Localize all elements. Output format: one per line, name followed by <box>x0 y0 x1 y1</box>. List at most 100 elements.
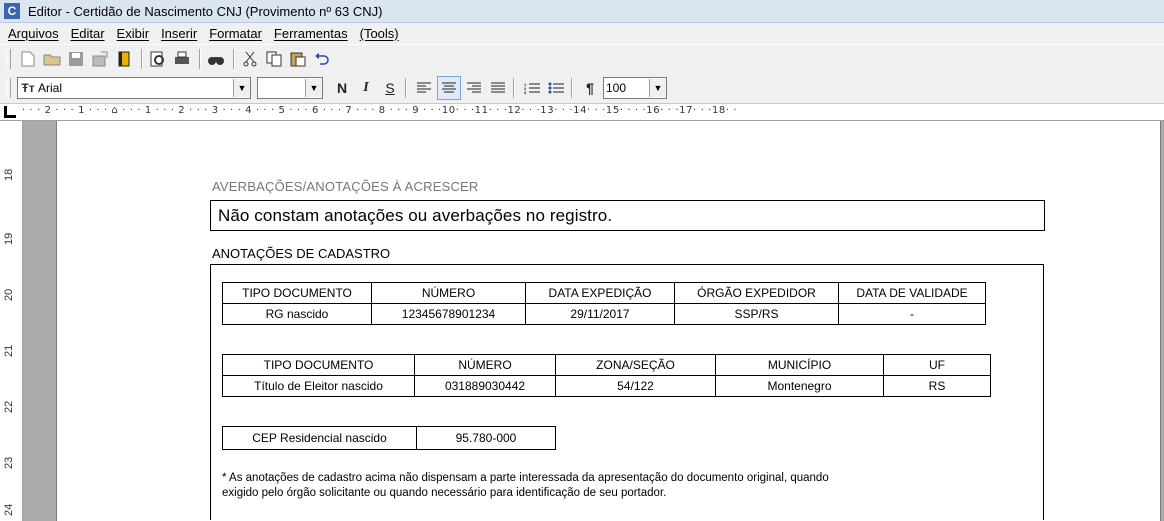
toolbar-grip[interactable] <box>6 49 11 69</box>
titulo-eleitor-table: TIPO DOCUMENTO NÚMERO ZONA/SEÇÃO MUNICÍP… <box>222 354 991 397</box>
vruler-mark: 22 <box>3 400 15 413</box>
underline-button[interactable]: S <box>379 77 401 99</box>
standard-toolbar <box>0 44 1164 74</box>
menu-formatar[interactable]: Formatar <box>209 26 262 41</box>
align-left-icon[interactable] <box>413 77 435 99</box>
menu-editar[interactable]: Editar <box>71 26 105 41</box>
table-header-cell: UF <box>883 354 991 376</box>
align-center-icon[interactable] <box>437 76 461 100</box>
export-icon[interactable] <box>89 48 111 70</box>
print-preview-icon[interactable] <box>147 48 169 70</box>
vruler-mark: 21 <box>3 344 15 357</box>
table-cell: RS <box>883 375 991 397</box>
zoom-select[interactable]: 100 ▼ <box>603 77 667 99</box>
align-right-icon[interactable] <box>463 77 485 99</box>
print-icon[interactable] <box>171 48 193 70</box>
menu-inserir[interactable]: Inserir <box>161 26 197 41</box>
app-icon: C <box>4 3 20 19</box>
note-line-1: * As anotações de cadastro acima não dis… <box>222 472 829 484</box>
table-cell: - <box>838 303 986 325</box>
window-title: Editor - Certidão de Nascimento CNJ (Pro… <box>28 3 383 19</box>
title-bar: C Editor - Certidão de Nascimento CNJ (P… <box>0 0 1164 23</box>
chevron-down-icon[interactable]: ▼ <box>233 79 250 97</box>
menu-exibir[interactable]: Exibir <box>117 26 150 41</box>
book-icon[interactable] <box>113 48 135 70</box>
menu-tools[interactable]: (Tools) <box>360 26 399 41</box>
vertical-ruler: 18 19 20 21 22 23 24 <box>0 121 23 521</box>
rg-table: TIPO DOCUMENTO NÚMERO DATA EXPEDIÇÃO ÓRG… <box>222 282 986 325</box>
table-header-cell: MUNICÍPIO <box>715 354 884 376</box>
chevron-down-icon[interactable]: ▼ <box>305 79 322 97</box>
table-header-cell: NÚMERO <box>414 354 556 376</box>
chevron-down-icon[interactable]: ▼ <box>649 79 666 97</box>
font-value: Arial <box>38 81 63 95</box>
ruler-scale: · · · 2 · · · 1 · · · ⌂ · · · 1 · · · 2 … <box>22 105 738 116</box>
table-row: Título de Eleitor nascido 031889030442 5… <box>222 375 991 397</box>
toolbar-separator <box>513 78 515 98</box>
vruler-mark: 23 <box>3 456 15 469</box>
toolbar-separator <box>141 49 143 69</box>
toolbar-separator <box>571 78 573 98</box>
undo-icon[interactable] <box>311 48 333 70</box>
find-icon[interactable] <box>205 48 227 70</box>
vruler-mark: 20 <box>3 288 15 301</box>
bold-button[interactable]: N <box>331 77 353 99</box>
vruler-mark: 19 <box>3 232 15 245</box>
averbacoes-text: Não constam anotações ou averbações no r… <box>218 206 613 225</box>
cut-icon[interactable] <box>239 48 261 70</box>
open-folder-icon[interactable] <box>41 48 63 70</box>
averbacoes-title: AVERBAÇÕES/ANOTAÇÕES À ACRESCER <box>212 179 479 194</box>
document-area[interactable]: AVERBAÇÕES/ANOTAÇÕES À ACRESCER Não cons… <box>23 121 1164 521</box>
vruler-mark: 24 <box>3 503 15 516</box>
table-header-cell: DATA DE VALIDADE <box>838 282 986 304</box>
bullet-list-icon[interactable] <box>545 77 567 99</box>
cep-value: 95.780-000 <box>416 426 556 450</box>
averbacoes-box[interactable]: Não constam anotações ou averbações no r… <box>210 200 1045 231</box>
font-select[interactable]: Ŧт Arial ▼ <box>17 77 251 99</box>
cadastro-note: * As anotações de cadastro acima não dis… <box>222 471 1042 501</box>
table-header-cell: TIPO DOCUMENTO <box>222 354 415 376</box>
table-cell: 12345678901234 <box>371 303 526 325</box>
document-page[interactable]: AVERBAÇÕES/ANOTAÇÕES À ACRESCER Não cons… <box>56 121 1161 521</box>
menu-ferramentas[interactable]: Ferramentas <box>274 26 348 41</box>
table-header-cell: DATA EXPEDIÇÃO <box>525 282 675 304</box>
cadastro-title: ANOTAÇÕES DE CADASTRO <box>212 246 391 261</box>
new-document-icon[interactable] <box>17 48 39 70</box>
table-row: CEP Residencial nascido 95.780-000 <box>222 426 556 450</box>
table-cell: 54/122 <box>555 375 716 397</box>
font-size-select[interactable]: ▼ <box>257 77 323 99</box>
vruler-mark: 18 <box>3 168 15 181</box>
italic-button[interactable]: I <box>355 77 377 99</box>
table-header-cell: ÓRGÃO EXPEDIDOR <box>674 282 839 304</box>
cep-table: CEP Residencial nascido 95.780-000 <box>222 426 556 450</box>
note-line-2: exigido pelo órgão solicitante ou quando… <box>222 487 667 499</box>
toolbar-separator <box>405 78 407 98</box>
numbered-list-icon[interactable]: 123 <box>521 77 543 99</box>
table-cell: SSP/RS <box>674 303 839 325</box>
toolbar-grip[interactable] <box>6 78 11 98</box>
table-cell: 031889030442 <box>414 375 556 397</box>
menu-arquivos[interactable]: Arquivos <box>8 26 59 41</box>
table-header-cell: NÚMERO <box>371 282 526 304</box>
svg-text:3: 3 <box>524 90 527 94</box>
table-header-row: TIPO DOCUMENTO NÚMERO DATA EXPEDIÇÃO ÓRG… <box>222 282 986 304</box>
horizontal-ruler[interactable]: · · · 2 · · · 1 · · · ⌂ · · · 1 · · · 2 … <box>0 104 1164 121</box>
table-header-cell: TIPO DOCUMENTO <box>222 282 372 304</box>
tab-stop-icon[interactable] <box>4 106 16 118</box>
menu-bar: Arquivos Editar Exibir Inserir Formatar … <box>0 23 1164 43</box>
toolbar-separator <box>199 49 201 69</box>
table-header-cell: ZONA/SEÇÃO <box>555 354 716 376</box>
table-header-row: TIPO DOCUMENTO NÚMERO ZONA/SEÇÃO MUNICÍP… <box>222 354 991 376</box>
table-cell: 29/11/2017 <box>525 303 675 325</box>
format-toolbar: Ŧт Arial ▼ ▼ N I S 123 ¶ 100 ▼ <box>0 73 1164 104</box>
copy-icon[interactable] <box>263 48 285 70</box>
zoom-value: 100 <box>606 81 627 95</box>
save-icon[interactable] <box>65 48 87 70</box>
toolbar-separator <box>233 49 235 69</box>
table-cell: RG nascido <box>222 303 372 325</box>
justify-icon[interactable] <box>487 77 509 99</box>
cep-label: CEP Residencial nascido <box>222 426 417 450</box>
pilcrow-icon[interactable]: ¶ <box>579 77 601 99</box>
table-cell: Título de Eleitor nascido <box>222 375 415 397</box>
paste-icon[interactable] <box>287 48 309 70</box>
